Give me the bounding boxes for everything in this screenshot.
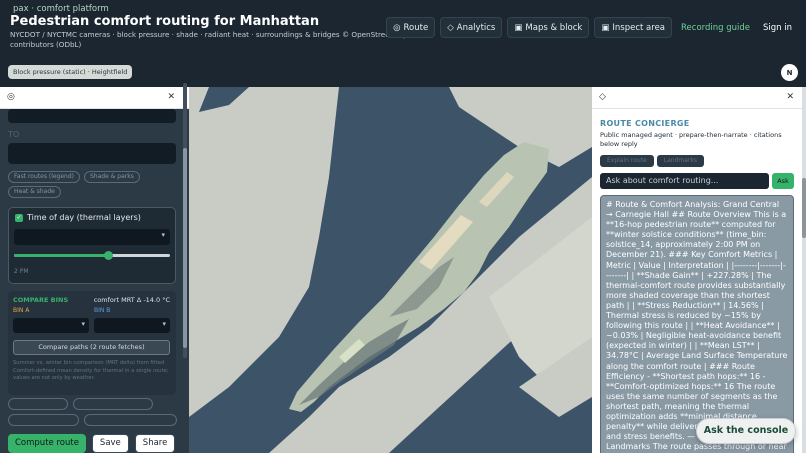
extra-pills-row-2: [8, 414, 177, 426]
brand-line: pax · comfort platform: [10, 4, 109, 14]
share-button[interactable]: Share: [134, 434, 176, 453]
preset-pills: Fast routes (legend) Shade & parks: [8, 171, 140, 183]
ask-input[interactable]: Ask about comfort routing...: [600, 173, 769, 189]
locate-icon[interactable]: ◎: [7, 92, 15, 102]
compare-paths-button[interactable]: Compare paths (2 route fetches): [13, 340, 170, 355]
chevron-down-icon: ▾: [81, 320, 85, 328]
map-water-inlet: [199, 87, 249, 112]
page-subtitle: NYCDOT / NYCTMC cameras · block pressure…: [10, 30, 408, 49]
preset-pill-heat[interactable]: Heat & shade: [8, 186, 61, 198]
extra-pill[interactable]: [73, 398, 153, 410]
to-field[interactable]: [8, 143, 176, 164]
nav-route-button[interactable]: ◎ Route: [386, 17, 436, 38]
recording-guide-link[interactable]: Recording guide: [677, 23, 754, 33]
concierge-panel: ◇ ✕ ROUTE CONCIERGE Public managed agent…: [592, 87, 806, 453]
map-canvas[interactable]: [189, 87, 592, 453]
compare-bins-box: COMPARE BINS comfort MRT Δ -14.0 °C BIN …: [8, 291, 176, 395]
brand-text: pax · comfort platform: [13, 4, 109, 14]
right-scrollbar-thumb[interactable]: [802, 178, 806, 238]
concierge-title: ROUTE CONCIERGE: [600, 119, 690, 128]
preset-pill-shade[interactable]: Shade & parks: [84, 171, 140, 183]
layer-strip: Block pressure (static) · Heightfield N: [0, 57, 806, 87]
compute-route-button[interactable]: Compute route: [8, 434, 86, 453]
chevron-down-icon: ▾: [161, 231, 165, 239]
ask-button[interactable]: Ask: [772, 173, 794, 189]
compare-heading: COMPARE BINS: [13, 296, 69, 304]
diamond-icon: ◇: [447, 22, 454, 33]
compare-note: Summer vs. winter bin comparison (MRT de…: [13, 360, 169, 381]
nav-analytics-label: Analytics: [456, 22, 496, 33]
page-title: Pedestrian comfort routing for Manhattan: [10, 14, 320, 29]
bin-b-label: BIN B: [94, 307, 111, 314]
target-icon: ◎: [393, 22, 401, 33]
layer-chip[interactable]: Block pressure (static) · Heightfield: [8, 65, 133, 79]
nav-maps-block-label: Maps & block: [525, 22, 583, 33]
preset-pill-fast[interactable]: Fast routes (legend): [8, 171, 80, 183]
to-label: TO: [8, 130, 20, 139]
chevron-down-icon: ▾: [162, 320, 166, 328]
app-header: pax · comfort platform Pedestrian comfor…: [0, 0, 806, 57]
tab-landmarks[interactable]: Landmarks: [656, 155, 704, 167]
right-scrollbar[interactable]: [802, 87, 806, 453]
top-nav: ◎ Route ◇ Analytics ▣ Maps & block ▣ Inspect…: [386, 17, 796, 38]
concierge-panel-header: ◇ ✕: [592, 87, 806, 109]
route-actions: Compute route Save Share: [8, 434, 176, 453]
time-bin-select[interactable]: ▾: [14, 229, 170, 245]
bin-b-select[interactable]: ▾: [94, 318, 170, 333]
extra-pill[interactable]: [8, 398, 68, 410]
routing-panel: ◎ ✕ TO Fast routes (legend) Shade & park…: [0, 87, 189, 453]
concierge-answer: # Route & Comfort Analysis: Grand Centra…: [600, 195, 794, 453]
extra-pill[interactable]: [84, 414, 177, 426]
time-slider-fill: [14, 254, 108, 257]
close-icon[interactable]: ✕: [786, 92, 794, 102]
nav-maps-block-button[interactable]: ▣ Maps & block: [507, 17, 590, 38]
close-icon[interactable]: ✕: [167, 92, 175, 102]
time-slider-thumb[interactable]: [103, 251, 113, 260]
avatar[interactable]: N: [781, 64, 798, 81]
extra-pills-row-1: [8, 398, 153, 410]
preset-pills-2: Heat & shade: [8, 186, 61, 198]
time-of-day-box: ✓ Time of day (thermal layers) ▾ 2 PM: [8, 207, 176, 284]
time-of-day-checkbox[interactable]: ✓: [15, 214, 23, 222]
concierge-description: Public managed agent · prepare-then-narr…: [600, 131, 782, 148]
square-icon: ▣: [601, 22, 610, 33]
time-slider[interactable]: [14, 251, 170, 260]
nav-route-label: Route: [403, 22, 429, 33]
nav-inspect-area-button[interactable]: ▣ Inspect area: [594, 17, 673, 38]
time-readout: 2 PM: [14, 268, 29, 275]
square-icon: ▣: [514, 22, 523, 33]
save-button[interactable]: Save: [91, 434, 129, 453]
nav-inspect-area-label: Inspect area: [612, 22, 666, 33]
from-field[interactable]: [8, 109, 176, 123]
left-scrollbar-thumb[interactable]: [183, 148, 187, 348]
concierge-tabs: Explain route Landmarks: [600, 155, 704, 167]
sign-in-link[interactable]: Sign in: [759, 23, 796, 33]
tab-explain-route[interactable]: Explain route: [600, 155, 654, 167]
ask-console-button[interactable]: Ask the console: [696, 418, 796, 444]
bin-a-label: BIN A: [13, 307, 30, 314]
compare-mrt-delta: comfort MRT Δ -14.0 °C: [93, 296, 170, 304]
time-of-day-label: Time of day (thermal layers): [27, 213, 141, 222]
routing-panel-header: ◎ ✕: [0, 87, 189, 109]
bin-a-select[interactable]: ▾: [13, 318, 89, 333]
nav-analytics-button[interactable]: ◇ Analytics: [440, 17, 503, 38]
diamond-icon: ◇: [599, 92, 606, 102]
extra-pill[interactable]: [8, 414, 79, 426]
manhattan-map[interactable]: [189, 87, 592, 453]
